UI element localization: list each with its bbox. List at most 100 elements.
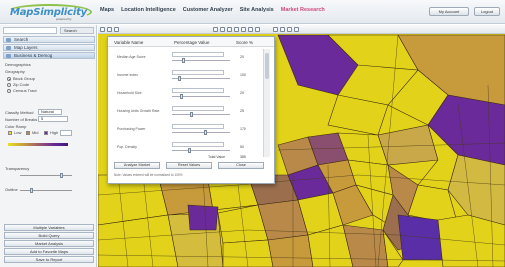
- map-region-tan: [447, 154, 505, 226]
- classify-select[interactable]: Natural: [38, 109, 62, 115]
- logout-button[interactable]: Logout: [474, 7, 500, 16]
- radio-zip-code[interactable]: [7, 83, 11, 87]
- menu-item-location-intelligence[interactable]: Location Intelligence: [121, 7, 176, 13]
- dialog-header: Variable Name Percentage Value Score %: [108, 37, 274, 47]
- legend-icon[interactable]: [273, 27, 278, 32]
- variable-label: Housing Units Growth Rate: [117, 109, 160, 113]
- percentage-slider-handle[interactable]: [188, 148, 191, 153]
- radio-label: Block Group: [13, 76, 36, 81]
- print-icon[interactable]: [241, 27, 246, 32]
- search-row: Search: [3, 27, 95, 34]
- legend-label: Mid: [32, 130, 39, 135]
- variable-row: Pop. Density 50: [112, 142, 264, 154]
- legend-swatch-low[interactable]: [8, 131, 12, 135]
- variable-label: Median Age Score: [117, 55, 146, 59]
- radio-label: Zip Code: [13, 82, 30, 87]
- reset-values-button[interactable]: Reset Values: [166, 162, 212, 169]
- breaks-select[interactable]: 5: [38, 116, 68, 122]
- variable-row: Housing Units Growth Rate 25: [112, 106, 264, 118]
- section-label: Demographics: [5, 62, 31, 67]
- variable-label: Purchasing Power: [117, 127, 146, 131]
- menu-item-customer-analyzer[interactable]: Customer Analyzer: [183, 7, 233, 13]
- basemap-icon[interactable]: [287, 27, 292, 32]
- radio-block-group[interactable]: [7, 77, 11, 81]
- build-query-button[interactable]: Build Query: [4, 232, 94, 239]
- geography-label: Geography: [5, 69, 25, 74]
- percentage-slider[interactable]: [172, 60, 230, 61]
- zoom-out-icon[interactable]: [114, 27, 119, 32]
- score-value: 20: [240, 55, 244, 59]
- map-region-tan: [377, 124, 439, 166]
- close-button[interactable]: Close: [218, 162, 264, 169]
- percentage-input[interactable]: [172, 88, 224, 93]
- analyze-market-button[interactable]: Analyze Market: [114, 162, 160, 169]
- percentage-input[interactable]: [172, 70, 224, 75]
- clear-icon[interactable]: [294, 27, 299, 32]
- menu-item-market-research[interactable]: Market Research: [281, 7, 325, 13]
- add-favorite-maps-button[interactable]: Add to Favorite Maps: [4, 248, 94, 255]
- total-label: Total Value: [208, 155, 226, 159]
- total-value: 385: [240, 155, 246, 159]
- sidebar: Search Search Map Layers Business & Demo…: [0, 25, 97, 267]
- variable-row: Household Size 20: [112, 88, 264, 100]
- my-account-button[interactable]: My Account: [429, 7, 469, 16]
- app-logo[interactable]: MapSimplicity powered by: [4, 2, 96, 22]
- variable-label: Income Index: [117, 73, 139, 77]
- percentage-slider-handle[interactable]: [204, 130, 207, 135]
- percentage-slider[interactable]: [172, 132, 230, 133]
- zoom-in-icon[interactable]: [107, 27, 112, 32]
- map-toolbar: [98, 25, 505, 34]
- percentage-slider[interactable]: [172, 150, 230, 151]
- menu-item-maps[interactable]: Maps: [100, 7, 114, 13]
- transparency-track[interactable]: [20, 175, 72, 176]
- pan-icon[interactable]: [100, 27, 105, 32]
- identify-icon[interactable]: [213, 27, 218, 32]
- score-value: 170: [240, 127, 246, 131]
- map-region-purple: [187, 204, 219, 231]
- menu-item-site-analysis[interactable]: Site Analysis: [240, 7, 274, 13]
- draw-icon[interactable]: [234, 27, 239, 32]
- logo-subtext: powered by: [56, 17, 72, 21]
- score-value: 25: [240, 109, 244, 113]
- color-picker[interactable]: [60, 130, 72, 136]
- map-region-purple: [397, 214, 444, 261]
- tab-business-demog[interactable]: Business & Demog: [3, 52, 95, 59]
- transparency-slider-handle[interactable]: [60, 173, 63, 178]
- percentage-slider-handle[interactable]: [182, 58, 185, 63]
- dialog-note: Note: Values entered will be normalized …: [114, 173, 183, 177]
- map-region-yellow: [222, 239, 274, 267]
- legend-swatch-mid[interactable]: [26, 131, 30, 135]
- percentage-input[interactable]: [172, 124, 224, 129]
- percentage-slider-handle[interactable]: [178, 76, 181, 81]
- outline-slider-handle[interactable]: [30, 188, 33, 193]
- settings-icon[interactable]: [255, 27, 260, 32]
- search-button[interactable]: Search: [60, 27, 94, 34]
- top-menu: Maps Location Intelligence Customer Anal…: [100, 7, 325, 13]
- market-analysis-button[interactable]: Market Analysis: [4, 240, 94, 247]
- multiple-variables-button[interactable]: Multiple Variables: [4, 224, 94, 231]
- radio-census-tract[interactable]: [7, 89, 11, 93]
- percentage-input[interactable]: [172, 106, 224, 111]
- percentage-input[interactable]: [172, 142, 224, 147]
- percentage-slider-handle[interactable]: [190, 112, 193, 117]
- outline-track[interactable]: [20, 190, 72, 191]
- export-icon[interactable]: [248, 27, 253, 32]
- tab-label: Business & Demog: [14, 53, 53, 58]
- tab-search[interactable]: Search: [3, 36, 95, 43]
- tab-label: Search: [14, 37, 29, 42]
- tab-map-layers[interactable]: Map Layers: [3, 44, 95, 51]
- map-region-yellow: [327, 94, 389, 136]
- select-icon[interactable]: [227, 27, 232, 32]
- percentage-slider[interactable]: [172, 114, 230, 115]
- legend-swatch-high[interactable]: [44, 131, 48, 135]
- search-input[interactable]: [3, 27, 57, 34]
- measure-icon[interactable]: [220, 27, 225, 32]
- save-report-button[interactable]: Save to Report: [4, 256, 94, 263]
- percentage-input[interactable]: [172, 52, 224, 57]
- percentage-slider-handle[interactable]: [180, 94, 183, 99]
- layers-toggle-icon[interactable]: [280, 27, 285, 32]
- market-score-dialog[interactable]: Variable Name Percentage Value Score % M…: [107, 36, 275, 184]
- variable-row: Income Index 100: [112, 70, 264, 82]
- dialog-scrollbar[interactable]: [263, 49, 270, 157]
- col-header-variable: Variable Name: [114, 40, 144, 45]
